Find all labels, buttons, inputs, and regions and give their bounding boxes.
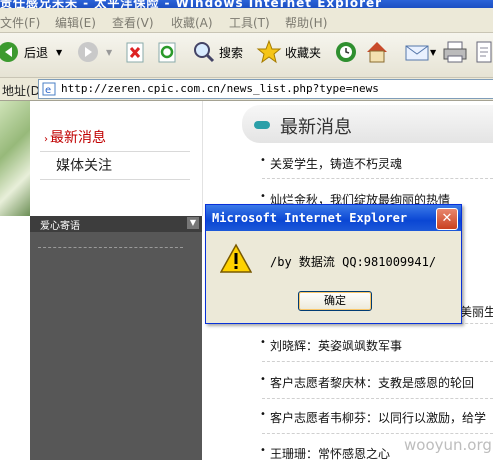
home-button[interactable] — [364, 39, 390, 65]
mail-button[interactable]: ▼ — [404, 39, 436, 65]
svg-text:e: e — [45, 85, 51, 96]
alert-dialog: Microsoft Internet Explorer ✕ /by 数据流 QQ… — [205, 204, 462, 324]
forward-button[interactable]: ▼ — [76, 39, 112, 65]
search-button[interactable]: 搜索 — [192, 39, 243, 65]
close-button[interactable]: ✕ — [436, 208, 458, 230]
sidebar-item-label: 最新消息 — [50, 130, 106, 146]
sidebar-item-media[interactable]: 媒体关注 — [56, 155, 112, 175]
window-title-bar: 责任感兄未未 - 太平洋保险 - Windows Internet Explor… — [0, 0, 493, 8]
back-dropdown-icon[interactable]: ▼ — [56, 48, 62, 57]
back-label: 后退 — [24, 45, 49, 60]
warning-icon — [220, 243, 252, 273]
menu-view[interactable]: 查看(V) — [112, 14, 154, 31]
address-field[interactable]: e http://zeren.cpic.com.cn/news_list.php… — [38, 79, 493, 99]
watermark: wooyun.org — [404, 436, 492, 454]
favorites-label: 收藏夹 — [285, 45, 322, 60]
news-item[interactable]: 美丽生 — [450, 303, 493, 320]
back-arrow-icon — [0, 42, 18, 62]
menu-bar: 文件(F) 编辑(E) 查看(V) 收藏(A) 工具(T) 帮助(H) — [0, 8, 493, 33]
stop-icon — [126, 42, 144, 63]
menu-favorites[interactable]: 收藏(A) — [171, 14, 213, 31]
divider — [262, 398, 493, 399]
news-item[interactable]: 客户志愿者黎庆林：支教是感恩的轮回 — [260, 374, 474, 391]
forward-dropdown-icon[interactable]: ▼ — [106, 48, 112, 57]
mail-icon — [405, 45, 429, 61]
love-message-panel: 爱心寄语 ▼ — [30, 216, 202, 460]
stop-button[interactable] — [124, 39, 146, 65]
news-item[interactable]: 王珊珊：常怀感恩之心 — [260, 445, 390, 460]
search-icon — [194, 42, 215, 63]
ok-button[interactable]: 确定 — [298, 291, 372, 311]
toolbar: 后退 ▼ ▼ 搜索 收藏夹 ▼ — [0, 33, 493, 78]
dialog-title: Microsoft Internet Explorer — [212, 211, 408, 225]
menu-edit[interactable]: 编辑(E) — [55, 14, 96, 31]
document-icon — [476, 41, 492, 63]
dialog-title-bar[interactable]: Microsoft Internet Explorer ✕ — [206, 205, 461, 231]
ie-page-icon: e — [42, 82, 56, 96]
divider — [262, 178, 493, 179]
history-button[interactable] — [334, 39, 358, 65]
divider — [40, 179, 190, 180]
mail-dropdown-icon[interactable]: ▼ — [430, 48, 436, 57]
back-button[interactable]: 后退 ▼ — [0, 39, 62, 65]
panel-title: 爱心寄语 — [40, 221, 80, 232]
banner-image-fragment — [0, 101, 30, 216]
sidebar-nav: › 最新消息 媒体关注 — [30, 101, 203, 216]
favorites-button[interactable]: 收藏夹 — [256, 39, 321, 65]
divider — [38, 247, 183, 248]
home-icon — [367, 42, 387, 63]
window-title: 责任感兄未未 - 太平洋保险 - Windows Internet Explor… — [0, 0, 383, 8]
close-icon: ✕ — [441, 211, 453, 226]
sidebar-item-latest-news[interactable]: › 最新消息 — [44, 127, 106, 147]
edit-button[interactable] — [474, 39, 493, 65]
refresh-button[interactable] — [156, 39, 178, 65]
news-item[interactable]: 关爱学生，铸造不朽灵魂 — [260, 155, 402, 172]
divider — [40, 151, 190, 152]
heading-bullet-icon — [254, 121, 270, 129]
address-bar: 地址(D) e http://zeren.cpic.com.cn/news_li… — [0, 78, 493, 101]
search-label: 搜索 — [219, 45, 244, 60]
star-icon — [256, 39, 282, 64]
history-icon — [336, 42, 356, 62]
panel-header: 爱心寄语 ▼ — [30, 216, 202, 232]
menu-tools[interactable]: 工具(T) — [229, 14, 270, 31]
divider — [262, 361, 493, 362]
section-title: 最新消息 — [280, 117, 352, 138]
refresh-icon — [158, 42, 176, 63]
section-header: 最新消息 — [242, 105, 493, 143]
menu-file[interactable]: 文件(F) — [0, 14, 40, 31]
print-button[interactable] — [442, 39, 468, 65]
chevron-right-icon: › — [44, 134, 48, 145]
forward-arrow-icon — [78, 42, 98, 62]
sidebar-item-label: 媒体关注 — [56, 158, 112, 174]
printer-icon — [443, 41, 467, 63]
news-item[interactable]: 刘晓辉：英姿飒飒数军事 — [260, 337, 402, 354]
divider — [262, 433, 493, 434]
news-item[interactable]: 客户志愿者韦柳芬：以同行以激励，给学 — [260, 409, 486, 426]
dialog-message: /by 数据流 QQ:981009941/ — [270, 255, 437, 269]
address-url[interactable]: http://zeren.cpic.com.cn/news_list.php?t… — [61, 82, 379, 95]
menu-help[interactable]: 帮助(H) — [285, 14, 327, 31]
chevron-down-icon[interactable]: ▼ — [187, 217, 199, 229]
